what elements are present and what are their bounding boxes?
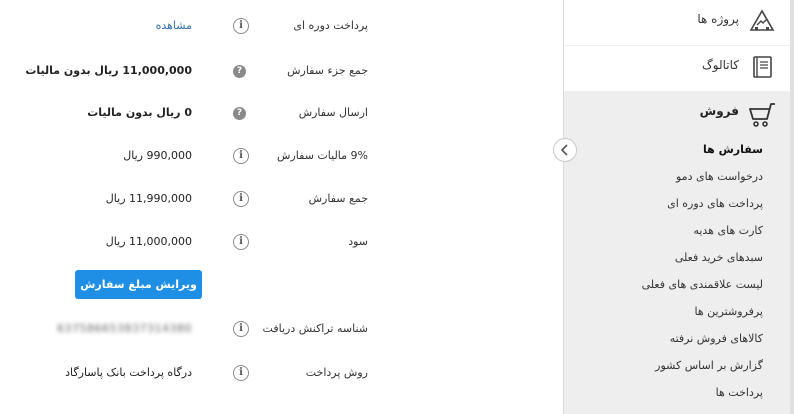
info-icon[interactable]: i (233, 365, 249, 381)
sidebar-item-label: پروژه ها (697, 12, 739, 26)
row-tax: 9% مالیات سفارش i 990,000 ریال (0, 145, 550, 167)
row-order-total: جمع سفارش i 11,990,000 ریال (0, 188, 550, 210)
row-label: سود (348, 235, 368, 248)
sidebar-subitem-recurring-payments[interactable]: پرداخت های دوره ای (667, 196, 763, 212)
row-label: 9% مالیات سفارش (277, 149, 368, 162)
sidebar-subitem-current-wishlists[interactable]: لیست علاقمندی های فعلی (642, 277, 763, 293)
info-icon[interactable]: i (233, 148, 249, 164)
help-icon[interactable]: ? (233, 65, 246, 78)
cart-icon (749, 103, 775, 127)
row-value: 0 ریال بدون مالیات (87, 106, 192, 119)
row-payment-method: روش پرداخت i درگاه پرداخت بانک پاسارگاد (0, 362, 550, 384)
row-label: جمع جزء سفارش (287, 64, 368, 77)
sidebar-subitem-gift-cards[interactable]: کارت های هدیه (693, 223, 763, 239)
projects-icon (749, 9, 775, 31)
row-label: پرداخت دوره ای (293, 19, 368, 32)
sidebar-subitem-never-sold[interactable]: کالاهای فروش نرفته (670, 331, 763, 347)
sidebar-item-projects[interactable]: پروژه ها (564, 0, 794, 45)
sidebar: پروژه ها کاتالوگ فروش سفارش ها درخواست ه… (563, 0, 794, 414)
row-label: ارسال سفارش (298, 106, 368, 119)
transaction-id-value: 637586653837314380 (57, 322, 192, 335)
row-value: 11,000,000 ریال بدون مالیات (25, 64, 192, 77)
row-label: شناسه تراکنش دریافت (262, 322, 368, 335)
order-details-panel: پرداخت دوره ای i مشاهده جمع جزء سفارش ? … (0, 0, 550, 414)
book-icon (753, 56, 772, 78)
row-subtotal: جمع جزء سفارش ? 11,000,000 ریال بدون مال… (0, 60, 550, 82)
sidebar-subitem-country-report[interactable]: گزارش بر اساس کشور (655, 358, 763, 374)
info-icon[interactable]: i (233, 234, 249, 250)
sidebar-subitem-orders[interactable]: سفارش ها (703, 142, 763, 158)
sidebar-subitem-current-carts[interactable]: سبدهای خرید فعلی (675, 250, 763, 266)
row-value: درگاه پرداخت بانک پاسارگاد (65, 366, 192, 379)
sidebar-item-sales[interactable]: فروش (564, 92, 794, 136)
help-icon[interactable]: ? (233, 107, 246, 120)
sidebar-scrollbar[interactable] (790, 0, 794, 414)
row-label: روش پرداخت (305, 366, 368, 379)
sidebar-subitem-demo-requests[interactable]: درخواست های دمو (676, 169, 763, 185)
sidebar-collapse-toggle[interactable] (553, 138, 577, 162)
sidebar-subitem-payments[interactable]: پرداخت ها (716, 385, 763, 401)
sidebar-item-label: کاتالوگ (702, 58, 739, 72)
view-link[interactable]: مشاهده (156, 15, 192, 37)
info-icon[interactable]: i (233, 191, 249, 207)
edit-order-amount-button[interactable]: ویرایش مبلغ سفارش (75, 270, 202, 299)
row-recurring-payment: پرداخت دوره ای i مشاهده (0, 15, 550, 37)
sidebar-subitem-bestsellers[interactable]: پرفروشترین ها (695, 304, 763, 320)
info-icon[interactable]: i (233, 321, 249, 337)
row-value: 11,990,000 ریال (105, 192, 192, 205)
row-label: جمع سفارش (308, 192, 368, 205)
sidebar-item-catalog[interactable]: کاتالوگ (564, 46, 794, 91)
row-shipping: ارسال سفارش ? 0 ریال بدون مالیات (0, 102, 550, 124)
row-transaction-id: شناسه تراکنش دریافت i 637586653837314380 (0, 318, 550, 340)
row-value: 11,000,000 ریال (105, 235, 192, 248)
sidebar-item-label: فروش (699, 104, 739, 118)
chevron-left-icon (560, 144, 568, 156)
info-icon[interactable]: i (233, 18, 249, 34)
row-value: 990,000 ریال (123, 149, 192, 162)
row-profit: سود i 11,000,000 ریال (0, 231, 550, 253)
